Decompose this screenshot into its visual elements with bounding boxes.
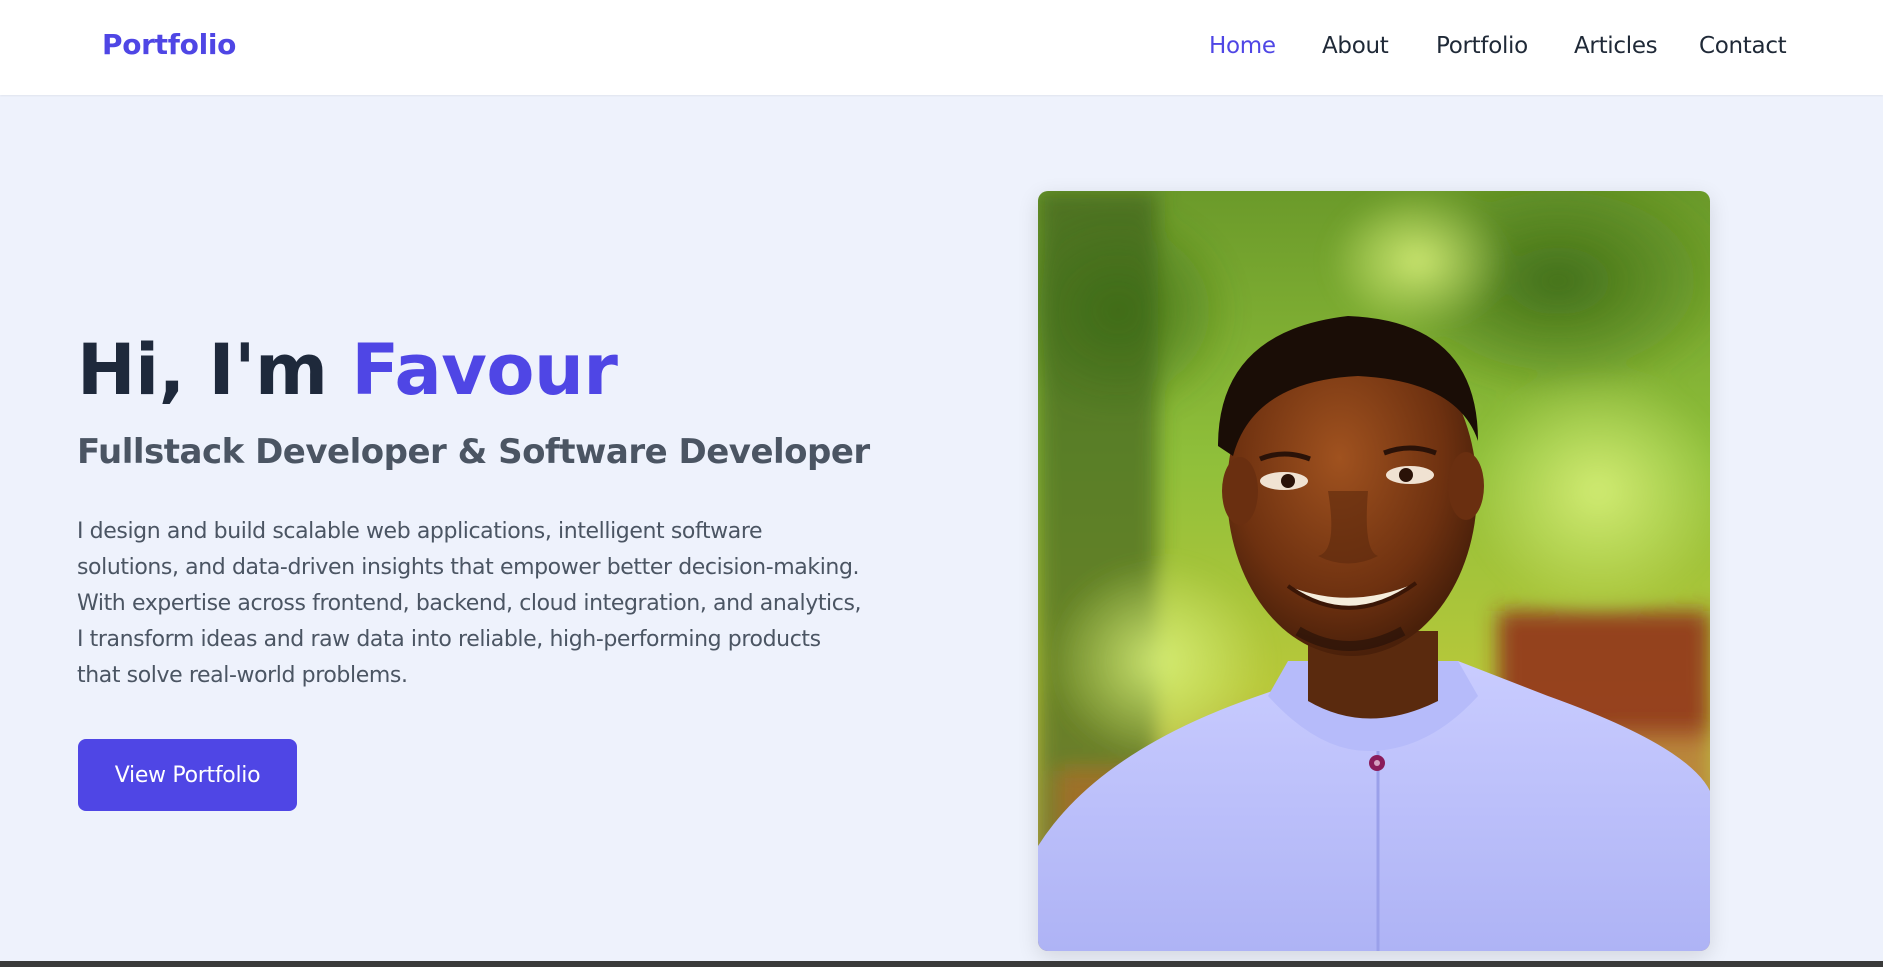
hero-name: Favour: [351, 329, 618, 411]
hero-greeting: Hi, I'm: [77, 329, 352, 411]
view-portfolio-button[interactable]: View Portfolio: [78, 739, 297, 811]
hero-description: I design and build scalable web applicat…: [77, 519, 862, 688]
hero-title: Hi, I'm Favour: [77, 328, 618, 412]
profile-photo: [1038, 191, 1710, 951]
nav-link-articles[interactable]: Articles: [1574, 33, 1658, 59]
nav-link-portfolio[interactable]: Portfolio: [1436, 33, 1528, 59]
nav-link-about[interactable]: About: [1322, 33, 1389, 59]
navbar: Portfolio Home About Portfolio Articles …: [0, 0, 1883, 95]
nav-link-home[interactable]: Home: [1209, 33, 1276, 59]
window-bottom-edge: [0, 961, 1883, 967]
profile-photo-image: [1038, 191, 1710, 951]
hero-subtitle: Fullstack Developer & Software Developer: [77, 432, 870, 472]
brand-logo-link[interactable]: Portfolio: [102, 28, 236, 61]
nav-link-contact[interactable]: Contact: [1699, 33, 1787, 59]
